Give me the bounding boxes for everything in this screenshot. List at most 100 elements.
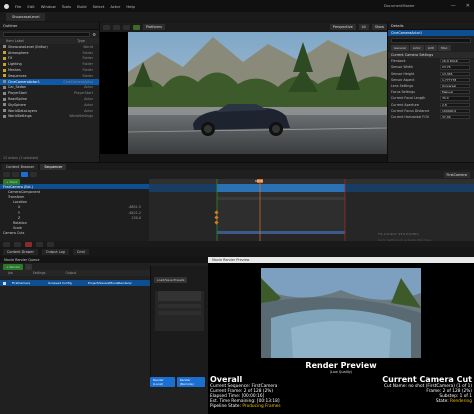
property-value[interactable]: 2.8 [440, 102, 470, 107]
property-value[interactable]: 35.0 [440, 96, 470, 101]
translate-button[interactable] [113, 24, 120, 30]
remove-job-button[interactable]: - [25, 263, 33, 270]
show-button[interactable]: Show [371, 24, 387, 30]
settings-icon[interactable]: ⚙ [92, 32, 96, 37]
details-search-input[interactable] [391, 37, 471, 43]
render-movie-icon[interactable] [12, 172, 19, 177]
save-icon[interactable] [3, 172, 10, 177]
overall-heading: Overall [210, 375, 243, 384]
lit-button[interactable]: Lit [358, 24, 369, 30]
details-title: Details [388, 22, 474, 30]
property-value[interactable]: Manual [440, 90, 470, 95]
job-checkbox[interactable] [3, 281, 6, 285]
render-preview-title: Movie Render Preview [208, 257, 474, 263]
platforms-button[interactable]: Platforms [143, 24, 166, 30]
scene-render[interactable] [128, 32, 387, 154]
timeline-area[interactable]: 0029 [149, 179, 474, 241]
track-value[interactable]: -8851.5 [128, 205, 141, 209]
outliner-row-type: Folder [82, 73, 93, 78]
rotate-button[interactable] [123, 24, 130, 30]
property-label: Current Horizontal FOV [391, 114, 430, 119]
outliner-row-type: PlayerStart [74, 91, 93, 96]
track-value[interactable]: 250.0 [132, 216, 141, 220]
menu-build[interactable]: Build [77, 4, 87, 9]
col-item-label[interactable]: Item Label [6, 39, 24, 43]
outliner-row[interactable]: WorldSettings WorldSettings [0, 114, 99, 120]
property-value[interactable]: 16:9 DSLR [440, 59, 470, 64]
sequencer-tab-bar: Content Browser Sequencer [0, 162, 474, 170]
play-forward-icon[interactable] [36, 241, 43, 247]
level-tab[interactable]: ShowcaseLevel [6, 12, 46, 21]
property-value[interactable]: 37.49 [440, 114, 470, 120]
tab-sequencer[interactable]: Sequencer [40, 163, 67, 170]
job-output-link[interactable]: Project/Saved/MovieRenders/ [88, 281, 132, 285]
menu-file[interactable]: File [15, 4, 21, 9]
minimize-icon[interactable]: — [451, 3, 456, 9]
camera-icon[interactable] [21, 172, 28, 177]
details-tab-actor[interactable]: Actor [409, 45, 424, 52]
outliner-title: Outliner [0, 22, 99, 30]
outliner-row-label: ShowcaseLevel (Editor) [8, 44, 48, 49]
render-remote-button[interactable]: Render (Remote) [176, 377, 205, 387]
menu-select[interactable]: Select [93, 4, 105, 9]
menu-edit[interactable]: Edit [27, 4, 34, 9]
content-drawer-button[interactable]: Content Drawer [3, 248, 38, 255]
playback-start-icon[interactable] [3, 241, 10, 247]
add-track-button[interactable]: + Track [3, 178, 21, 185]
property-value[interactable]: Universal [440, 83, 470, 89]
details-tab-misc[interactable]: Misc [437, 45, 451, 52]
details-list: Filmback 16:9 DSLR Sensor Width 23.76 Sensor… [388, 58, 474, 120]
col-output[interactable]: Output [65, 271, 76, 275]
outliner-search-input[interactable] [3, 31, 91, 37]
menu-bar: File Edit Window Tools Build Select Acto… [0, 0, 474, 12]
track-row[interactable]: Camera Cuts [0, 231, 149, 236]
select-mode-button[interactable] [103, 24, 110, 30]
camera-cut-heading: Current Camera Cut [382, 375, 472, 384]
actor-icon [3, 56, 6, 60]
close-icon[interactable]: ✕ [466, 3, 470, 9]
mrq-job-row[interactable]: FirstCamera Unsaved Config Project/Saved… [0, 280, 150, 286]
tab-content-browser[interactable]: Content Browser [2, 163, 39, 170]
property-value[interactable]: 1.777778 [440, 77, 470, 82]
property-label: Lens Settings [391, 84, 414, 89]
output-log-button[interactable]: Output Log [41, 248, 69, 255]
property-value[interactable]: 23.76 [440, 65, 470, 70]
play-button[interactable] [133, 24, 140, 30]
presets-button[interactable]: Load/Save Presets [154, 277, 188, 283]
job-settings-link[interactable]: Unsaved Config [48, 281, 82, 285]
sequence-name: FirstCamera [443, 171, 470, 178]
actor-icon [3, 62, 6, 66]
col-settings[interactable]: Settings [33, 271, 46, 275]
actor-icon [3, 97, 6, 101]
unreal-logo-icon[interactable] [4, 3, 9, 9]
actor-icon [3, 68, 6, 72]
overall-stats: Overall Current Sequence: FirstCamera Cur… [210, 375, 340, 409]
render-local-button[interactable]: Render (Local) [150, 377, 175, 387]
actor-icon [3, 80, 6, 84]
details-tab-general[interactable]: General [391, 45, 409, 52]
record-icon[interactable] [25, 241, 32, 247]
menu-tools[interactable]: Tools [62, 4, 71, 9]
menu-window[interactable]: Window [41, 4, 56, 9]
col-job[interactable]: Job [8, 271, 13, 275]
property-label: Focus Settings [391, 90, 415, 95]
cut-stat-line: State: Rendering [346, 399, 472, 404]
add-render-button[interactable]: + Render [3, 263, 24, 270]
play-reverse-icon[interactable] [14, 241, 21, 247]
details-tab-lod[interactable]: LOD [424, 45, 437, 52]
cmd-button[interactable]: Cmd [72, 248, 89, 255]
perspective-button[interactable]: Perspective [330, 24, 356, 30]
property-value[interactable]: 100000.0 [440, 108, 470, 113]
outliner-row-label: RoadSpline [8, 97, 27, 102]
outliner-row-type: World [83, 44, 93, 49]
property-value[interactable]: 13.365 [440, 71, 470, 76]
mrq-column-header: Job Settings Output [0, 270, 150, 276]
playback-end-icon[interactable] [47, 241, 54, 247]
menu-help[interactable]: Help [126, 4, 135, 9]
col-type[interactable]: Type [77, 39, 85, 43]
property-label: Sensor Width [391, 65, 413, 70]
outliner-row-label: Car_Sedan [8, 85, 27, 90]
track-value[interactable]: -6421.2 [128, 211, 141, 215]
menu-actor[interactable]: Actor [110, 4, 120, 9]
snap-icon[interactable] [30, 172, 37, 177]
